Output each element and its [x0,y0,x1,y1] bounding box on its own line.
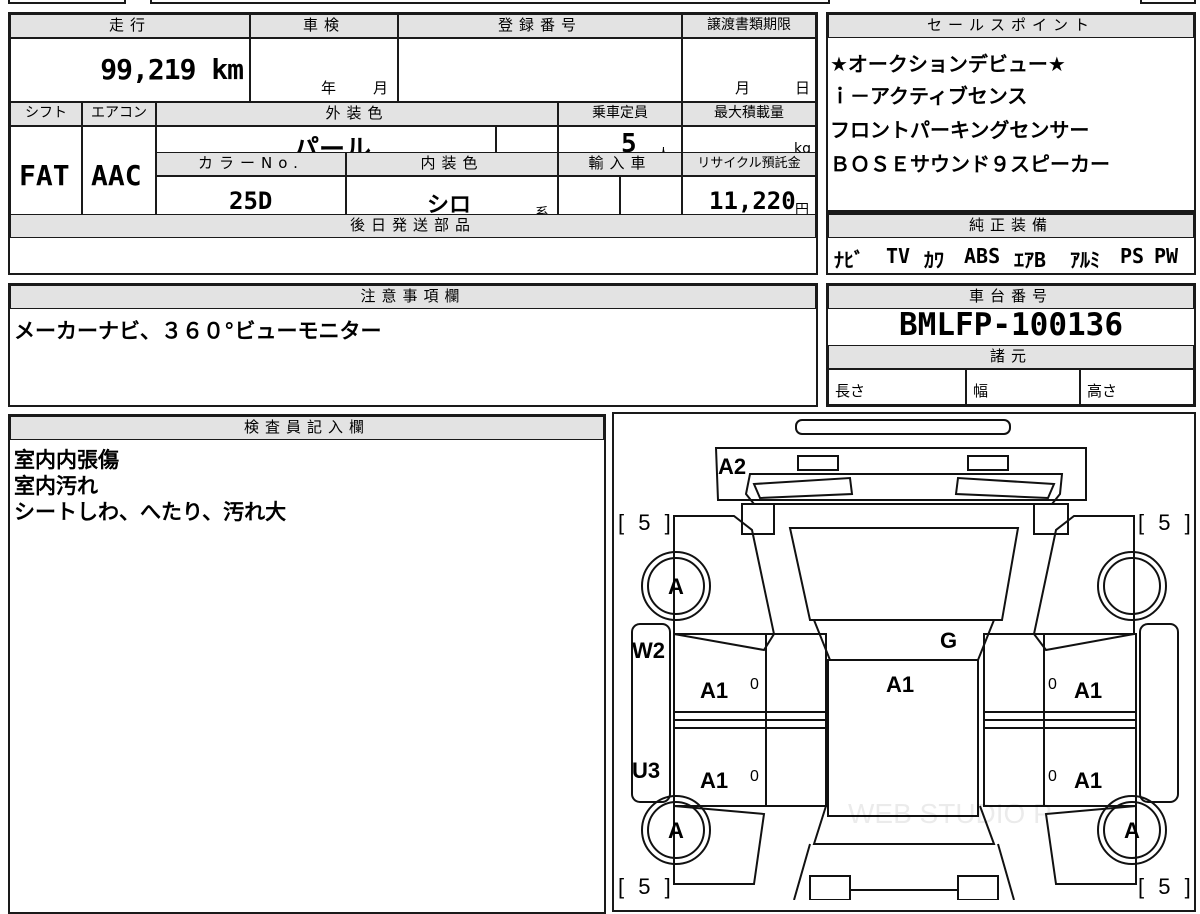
inspector-header: 検査員記入欄 [10,416,604,440]
inspector-line: シートしわ、へたり、汚れ大 [14,500,287,524]
chassis-number: BMLFP-100136 [899,307,1123,343]
notes-box: 注意事項欄 メーカーナビ、３６０°ビューモニター [8,283,818,407]
sales-points-header: セールスポイント [828,14,1194,38]
ext-color-header: 外装色 [156,102,558,126]
transfer-deadline-header: 譲渡書類期限 [682,14,816,38]
mark-front-bumper: A2 [718,454,747,479]
tire-front-left: [ 5 ] [618,510,675,535]
tire-front-right: [ 5 ] [1138,510,1195,535]
mark-left-front-door: A1 [700,678,729,703]
shift-header: シフト [10,102,82,126]
aircon-header: エアコン [82,102,156,126]
spec-header: 諸元 [828,345,1194,369]
mark-left-sill-lower: U3 [632,758,661,783]
inspection-year: 年 [321,79,337,97]
inspection-cell: 年 月 [250,38,398,102]
recycle-header: リサイクル預託金 [682,152,816,176]
int-color-header: 内装色 [346,152,558,176]
mark-rear-left-wheel: A [668,818,684,843]
spec-width: 幅 [973,382,989,400]
reg-number-header: 登録番号 [398,14,682,38]
sales-point-line: ｉ－アクティブセンス [830,84,1028,108]
mark-right-front-door: A1 [1074,678,1103,703]
door-zero-mark: 0 [1048,768,1057,785]
equipment-navi: ﾅﾋﾞ [834,248,864,272]
equipment-tv: TV [886,244,911,268]
top-strip-right [1140,0,1196,4]
inspection-header: 車検 [250,14,398,38]
mark-rear-right-wheel: A [1124,818,1140,843]
notes-text: メーカーナビ、３６０°ビューモニター [14,319,382,343]
mileage-value: 99,219 km [100,53,244,86]
delivery-parts-cell [10,238,816,273]
notes-header: 注意事項欄 [10,285,816,309]
watermark: WEB STUDIO P [848,798,1052,829]
sales-point-line: フロントパーキングセンサー [830,118,1090,142]
equipment-alloy: ｱﾙﾐ [1070,248,1100,272]
equipment-pw: PW [1154,244,1179,268]
spec-length-cell: 長さ [828,369,966,405]
spec-height: 高さ [1087,382,1118,400]
tire-rear-right: [ 5 ] [1138,874,1195,899]
mark-right-rear-door: A1 [1074,768,1103,793]
spec-length: 長さ [835,382,866,400]
chassis-header: 車台番号 [828,285,1194,309]
inspection-month: 月 [373,79,389,97]
sales-point-line: ★オークションデビュー★ [830,52,1066,76]
mileage-header: 走行 [10,14,250,38]
vehicle-info-table: 走行 車検 登録番号 譲渡書類期限 99,219 km 年 月 月 日 シフト … [8,12,818,275]
chassis-box: 車台番号 BMLFP-100136 諸元 長さ 幅 高さ [826,283,1196,407]
equipment-leather: ｶﾜ [924,248,944,272]
door-zero-mark: 0 [750,768,759,785]
shift-cell: FAT [10,126,82,226]
top-strip-mid [150,0,830,4]
mark-left-rear-door: A1 [700,768,729,793]
spec-height-cell: 高さ [1080,369,1194,405]
sales-points-box: セールスポイント ★オークションデビュー★ ｉ－アクティブセンス フロントパーキ… [826,12,1196,212]
inspector-box: 検査員記入欄 室内内張傷 室内汚れ シートしわ、へたり、汚れ大 [8,414,606,914]
equipment-ps: PS [1120,244,1145,268]
top-strip-left [8,0,126,4]
transfer-cell: 月 日 [682,38,816,102]
capacity-header: 乗車定員 [558,102,682,126]
mark-windshield: G [940,628,958,653]
import-header: 輸入車 [558,152,682,176]
door-zero-mark: 0 [750,676,759,693]
recycle-value: 11,220 [709,187,796,215]
transfer-day: 日 [795,79,811,97]
mark-roof: A1 [886,672,915,697]
mark-front-left-wheel: A [668,574,684,599]
delivery-parts-header: 後日発送部品 [10,214,816,238]
max-load-header: 最大積載量 [682,102,816,126]
reg-number-cell [398,38,682,102]
transfer-month: 月 [735,79,751,97]
equipment-abs: ABS [964,244,1001,268]
mileage-cell: 99,219 km [10,38,250,102]
car-diagram: [ 5 ] [ 5 ] [ 5 ] [ 5 ] A2 A A A G A1 W2… [614,414,1196,900]
color-no-value: 25D [229,187,273,215]
shift-value: FAT [19,159,70,192]
tire-rear-left: [ 5 ] [618,874,675,899]
spec-width-cell: 幅 [966,369,1080,405]
equipment-airbag: ｴｱB [1014,248,1047,272]
equipment-box: 純正装備 ﾅﾋﾞ TV ｶﾜ ABS ｴｱB ｱﾙﾐ PS PW [826,212,1196,275]
equipment-header: 純正装備 [828,214,1194,238]
mark-left-sill-upper: W2 [632,638,665,663]
sales-point-line: ＢＯＳＥサウンド９スピーカー [830,152,1110,176]
aircon-value: AAC [91,159,142,192]
color-no-header: カラーNo. [156,152,346,176]
door-zero-mark: 0 [1048,676,1057,693]
aircon-cell: AAC [82,126,156,226]
